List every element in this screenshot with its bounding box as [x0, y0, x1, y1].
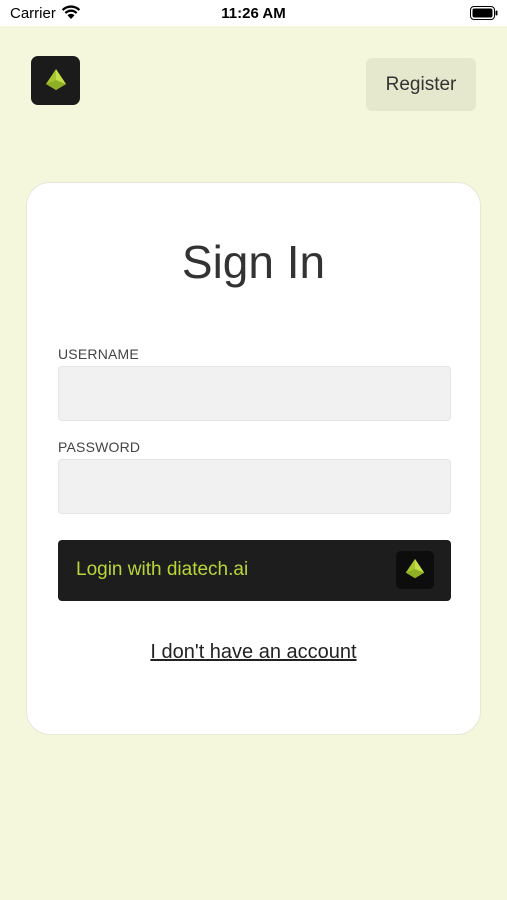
sign-in-card: Sign In USERNAME PASSWORD Login with dia… — [26, 182, 481, 735]
clock: 11:26 AM — [221, 5, 286, 22]
page-title: Sign In — [181, 236, 326, 288]
diatech-logo-icon — [396, 551, 434, 589]
username-label: USERNAME — [58, 346, 139, 362]
status-bar: Carrier 11:26 AM — [0, 0, 507, 26]
login-with-diatech-button[interactable]: Login with diatech.ai — [58, 540, 451, 601]
password-input[interactable] — [58, 459, 451, 514]
username-input[interactable] — [58, 366, 451, 421]
login-button-label: Login with diatech.ai — [76, 559, 249, 580]
diatech-logo-icon — [46, 69, 66, 90]
password-label: PASSWORD — [58, 439, 141, 455]
battery-icon — [470, 6, 498, 25]
diatech-logo — [31, 56, 80, 105]
no-account-link[interactable]: I don't have an account — [27, 641, 480, 664]
register-button[interactable]: Register — [366, 58, 476, 111]
